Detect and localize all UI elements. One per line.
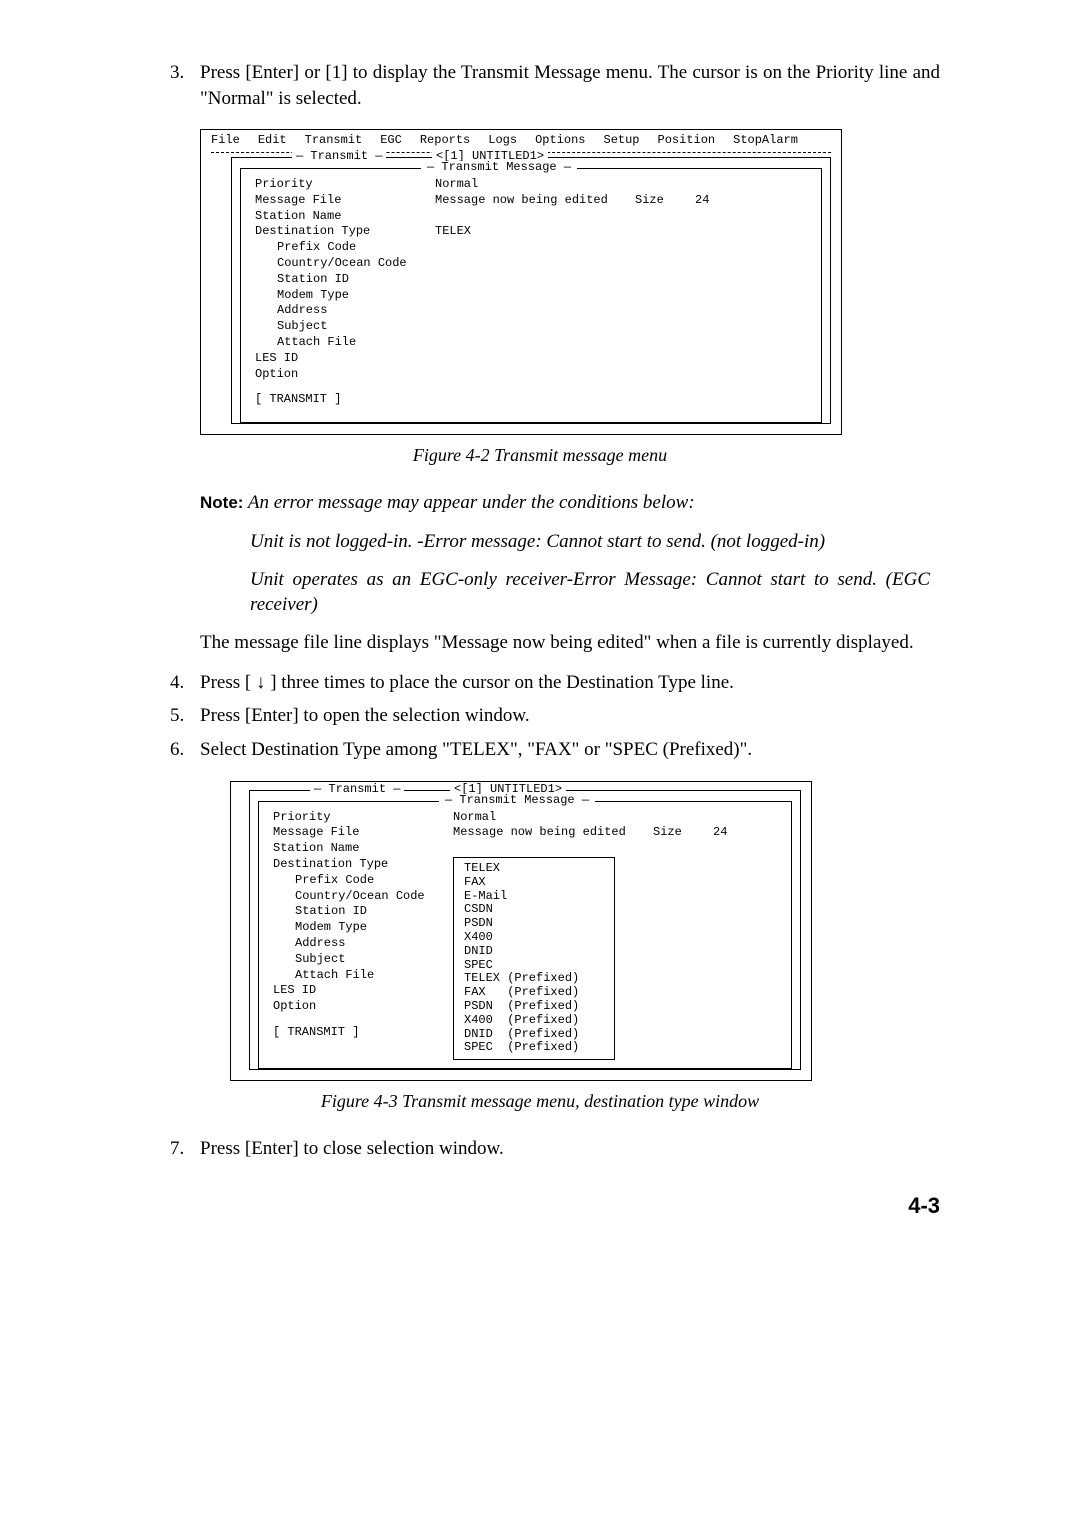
figure-4-2-caption: Figure 4-2 Transmit message menu [140, 443, 940, 467]
menu-logs: Logs [488, 134, 517, 148]
country-label: Country/Ocean Code [295, 890, 425, 904]
menu-stopalarm: StopAlarm [733, 134, 798, 148]
menu-file: File [211, 134, 240, 148]
step-7: 7. Press [Enter] to close selection wind… [170, 1136, 940, 1162]
transmit-message-title: — Transmit Message — [439, 794, 595, 808]
option-fax-prefixed: FAX (Prefixed) [464, 986, 604, 1000]
menu-transmit: Transmit [305, 134, 363, 148]
option-telex: TELEX [464, 862, 604, 876]
menu-position: Position [658, 134, 716, 148]
menu-options: Options [535, 134, 585, 148]
size-label: Size [635, 194, 695, 208]
les-label: LES ID [273, 984, 316, 998]
station-id-label: Station ID [295, 905, 367, 919]
step-number: 4. [170, 670, 200, 696]
msgfile-label: Message File [255, 194, 435, 208]
page-number: 4-3 [140, 1191, 940, 1221]
step-number: 5. [170, 703, 200, 729]
paragraph-1: The message file line displays "Message … [200, 630, 940, 656]
subject-label: Subject [277, 320, 327, 334]
figure-4-2: File Edit Transmit EGC Reports Logs Opti… [200, 129, 842, 435]
priority-value: Normal [453, 811, 653, 825]
step-6: 6. Select Destination Type among "TELEX"… [170, 737, 940, 763]
address-label: Address [295, 937, 345, 951]
menu-reports: Reports [420, 134, 470, 148]
modem-label: Modem Type [277, 289, 349, 303]
country-label: Country/Ocean Code [277, 257, 407, 271]
note-sub-1: Unit is not logged-in. -Error message: C… [250, 529, 930, 555]
transmit-button: [ TRANSMIT ] [255, 393, 341, 407]
step-number: 7. [170, 1136, 200, 1162]
step-5: 5. Press [Enter] to open the selection w… [170, 703, 940, 729]
figure-4-3-caption: Figure 4-3 Transmit message menu, destin… [140, 1089, 940, 1113]
les-label: LES ID [255, 352, 298, 366]
priority-value: Normal [435, 178, 635, 192]
step-number: 3. [170, 60, 200, 111]
option-email: E-Mail [464, 890, 604, 904]
menu-setup: Setup [604, 134, 640, 148]
msgfile-value: Message now being edited [435, 194, 635, 208]
transmit-message-box-2: — Transmit Message — PriorityNormal Mess… [258, 801, 792, 1070]
step-text: Press [Enter] to open the selection wind… [200, 703, 940, 729]
note-label: Note: [200, 493, 243, 512]
step-text: Press [Enter] to close selection window. [200, 1136, 940, 1162]
option-spec-prefixed: SPEC (Prefixed) [464, 1041, 604, 1055]
size-label: Size [653, 826, 713, 840]
dest-type-label: Destination Type [273, 858, 388, 872]
prefix-label: Prefix Code [295, 874, 374, 888]
option-label: Option [255, 368, 298, 382]
option-psdn: PSDN [464, 917, 604, 931]
option-fax: FAX [464, 876, 604, 890]
note-text: An error message may appear under the co… [243, 492, 694, 513]
msgfile-label: Message File [273, 826, 453, 840]
dest-type-label: Destination Type [255, 225, 435, 239]
address-label: Address [277, 304, 327, 318]
step-text: Select Destination Type among "TELEX", "… [200, 737, 940, 763]
option-dnid-prefixed: DNID (Prefixed) [464, 1028, 604, 1042]
station-id-label: Station ID [277, 273, 349, 287]
priority-label: Priority [255, 178, 435, 192]
option-telex-prefixed: TELEX (Prefixed) [464, 972, 604, 986]
attach-label: Attach File [277, 336, 356, 350]
step-4: 4. Press [ ↓ ] three times to place the … [170, 670, 940, 696]
note-line: Note: An error message may appear under … [200, 490, 940, 516]
option-spec: SPEC [464, 959, 604, 973]
size-value: 24 [713, 826, 727, 840]
modem-label: Modem Type [295, 921, 367, 935]
figure-4-3: — Transmit — <[1] UNTITLED1> — Transmit … [230, 781, 812, 1082]
transmit-button: [ TRANSMIT ] [273, 1026, 359, 1040]
option-x400: X400 [464, 931, 604, 945]
transmit-label: — Transmit — [292, 150, 386, 164]
menu-bar: File Edit Transmit EGC Reports Logs Opti… [211, 134, 831, 150]
option-csdn: CSDN [464, 903, 604, 917]
step-text: Press [Enter] or [1] to display the Tran… [200, 60, 940, 111]
dest-type-value: TELEX [435, 225, 635, 239]
dest-type-dropdown: TELEX FAX E-Mail CSDN PSDN X400 DNID SPE… [453, 857, 615, 1060]
station-name-label: Station Name [273, 842, 453, 856]
option-psdn-prefixed: PSDN (Prefixed) [464, 1000, 604, 1014]
prefix-label: Prefix Code [277, 241, 356, 255]
option-dnid: DNID [464, 945, 604, 959]
station-name-label: Station Name [255, 210, 435, 224]
priority-label: Priority [273, 811, 453, 825]
size-value: 24 [695, 194, 709, 208]
step-text: Press [ ↓ ] three times to place the cur… [200, 670, 940, 696]
transmit-label: — Transmit — [310, 783, 404, 797]
step-3: 3. Press [Enter] or [1] to display the T… [170, 60, 940, 111]
menu-edit: Edit [258, 134, 287, 148]
menu-egc: EGC [380, 134, 402, 148]
step-number: 6. [170, 737, 200, 763]
transmit-message-box: — Transmit Message — PriorityNormal Mess… [240, 168, 822, 423]
transmit-message-title: — Transmit Message — [421, 161, 577, 175]
attach-label: Attach File [295, 969, 374, 983]
subject-label: Subject [295, 953, 345, 967]
note-sub-2: Unit operates as an EGC-only receiver-Er… [250, 567, 930, 618]
option-x400-prefixed: X400 (Prefixed) [464, 1014, 604, 1028]
option-label: Option [273, 1000, 316, 1014]
msgfile-value: Message now being edited [453, 826, 653, 840]
